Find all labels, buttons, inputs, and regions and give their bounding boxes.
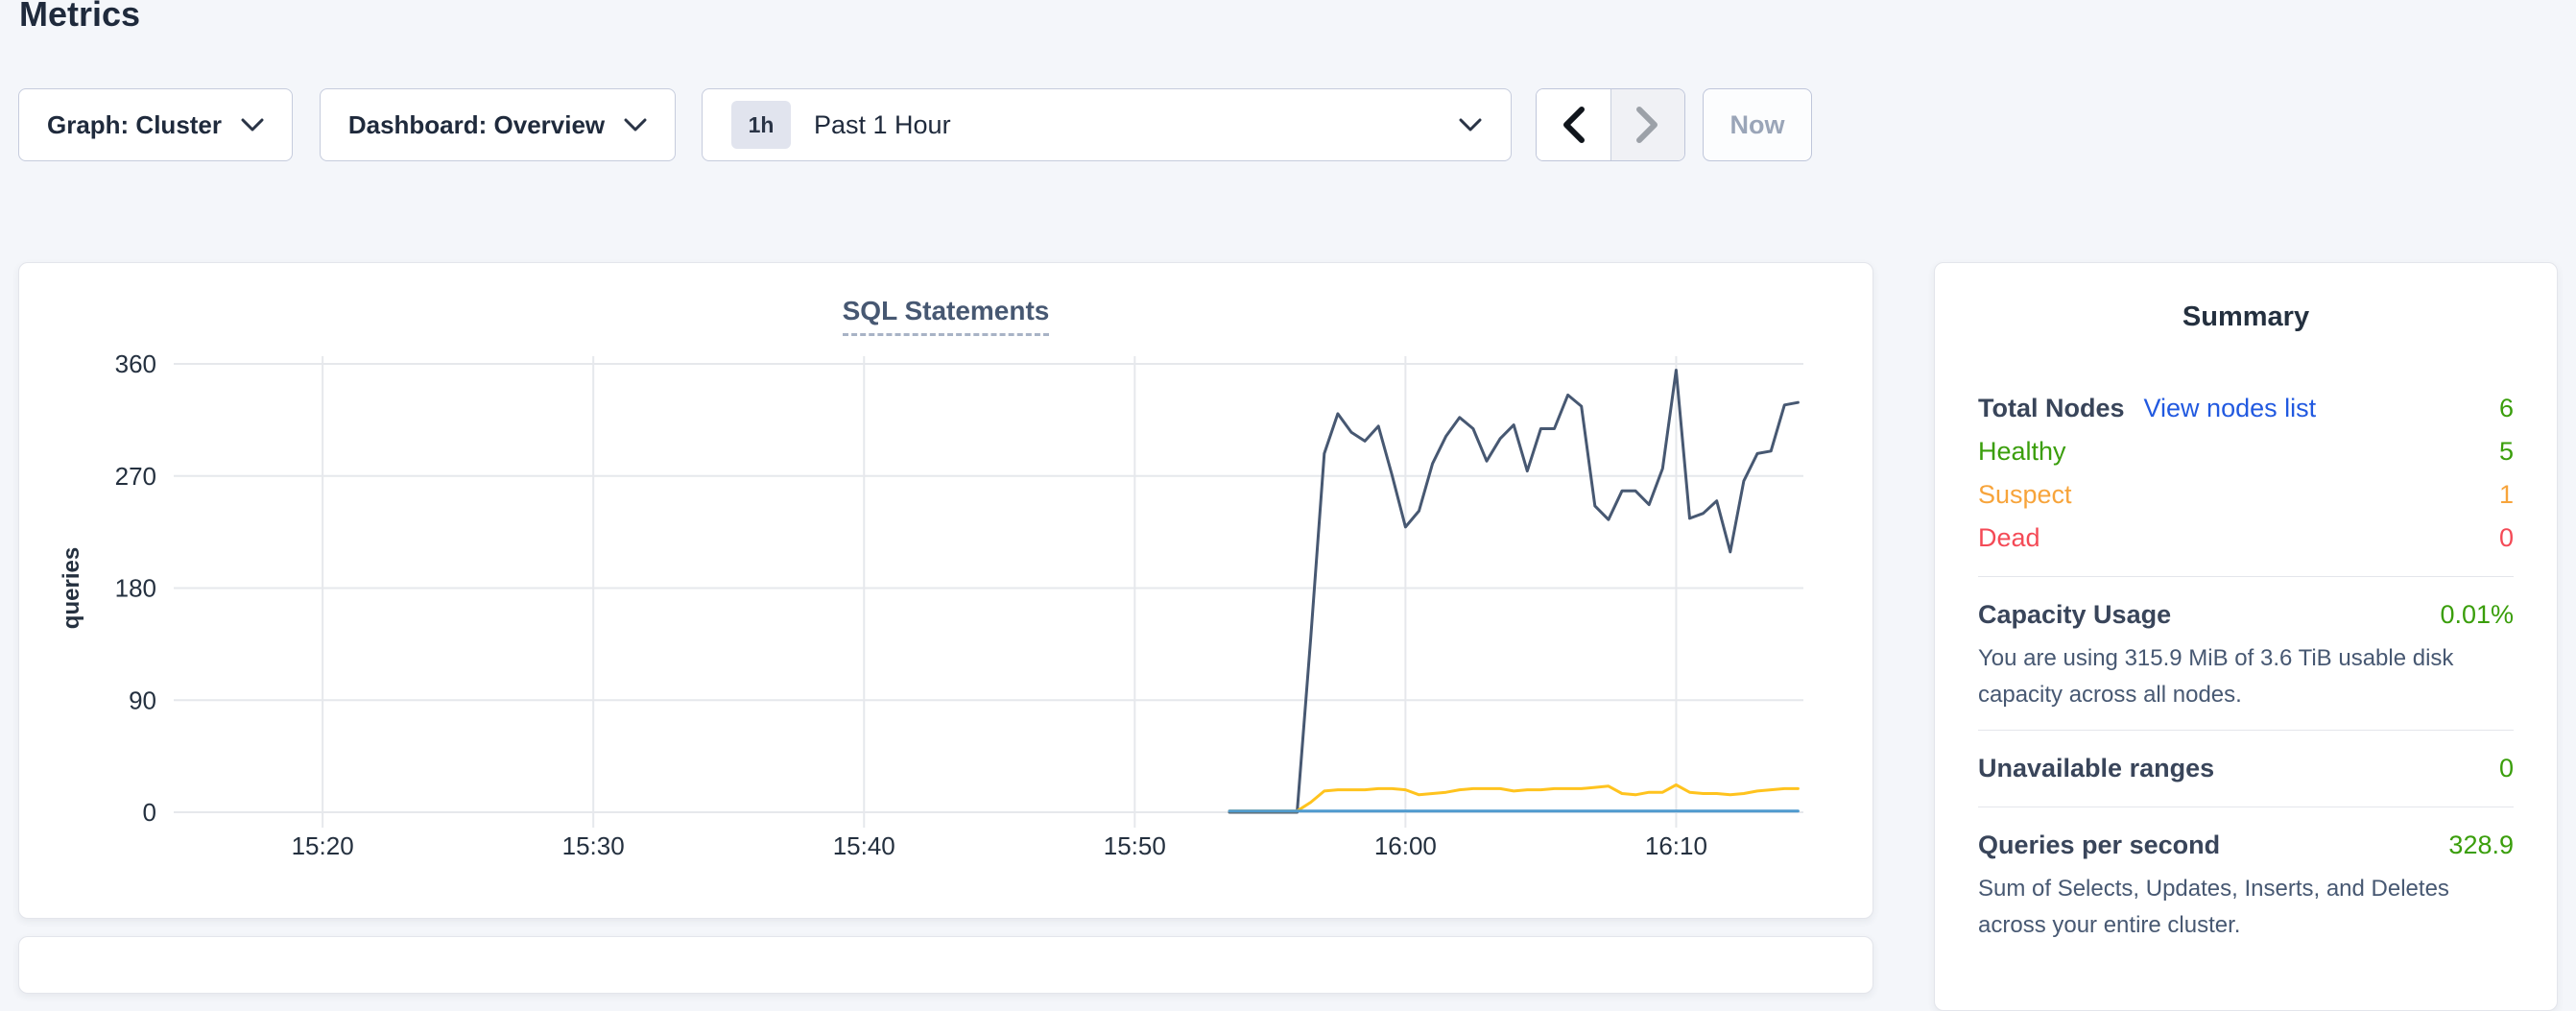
suspect-value: 1 — [2499, 480, 2514, 510]
time-forward-button[interactable] — [1610, 89, 1685, 160]
healthy-label: Healthy — [1978, 437, 2066, 467]
queries-per-second-label: Queries per second — [1978, 830, 2220, 860]
time-window-selector[interactable]: 1h Past 1 Hour — [702, 88, 1512, 161]
y-axis-label: queries — [59, 547, 84, 629]
nodes-summary: Total Nodes View nodes list 6 Healthy 5 … — [1978, 387, 2514, 560]
next-chart-card — [18, 936, 1873, 994]
chart-title-wrap: SQL Statements — [19, 296, 1872, 336]
x-tick-label: 15:40 — [833, 831, 895, 860]
chevron-right-icon — [1635, 106, 1660, 144]
divider — [1978, 576, 2514, 577]
suspect-label: Suspect — [1978, 480, 2072, 510]
suspect-nodes-row: Suspect 1 — [1978, 473, 2514, 517]
x-tick-label: 15:30 — [562, 831, 625, 860]
capacity-usage-row: Capacity Usage 0.01% — [1978, 593, 2514, 637]
sql-statements-chart-card: SQL Statements 15:20 15:30 15:40 15:50 16:00… — [18, 262, 1873, 919]
dead-nodes-row: Dead 0 — [1978, 517, 2514, 560]
capacity-usage-value: 0.01% — [2440, 600, 2514, 630]
summary-panel: Summary Total Nodes View nodes list 6 He… — [1934, 262, 2558, 1011]
chart-title[interactable]: SQL Statements — [843, 296, 1050, 336]
dead-value: 0 — [2499, 523, 2514, 553]
chevron-down-icon — [624, 118, 647, 132]
capacity-usage-description: You are using 315.9 MiB of 3.6 TiB usabl… — [1978, 640, 2514, 713]
time-back-button[interactable] — [1537, 89, 1610, 160]
x-tick-label: 16:00 — [1374, 831, 1437, 860]
dashboard-dropdown-label: Dashboard: Overview — [348, 110, 605, 140]
y-tick-label: 270 — [115, 462, 156, 491]
chevron-left-icon — [1561, 106, 1586, 144]
total-nodes-value: 6 — [2499, 394, 2514, 423]
page-title: Metrics — [19, 0, 140, 35]
queries-per-second-value: 328.9 — [2448, 830, 2514, 860]
summary-title: Summary — [1978, 301, 2514, 333]
healthy-value: 5 — [2499, 437, 2514, 467]
sql-statements-chart[interactable]: 15:20 15:30 15:40 15:50 16:00 16:10 0 90 180 270 3… — [19, 263, 1872, 918]
divider — [1978, 730, 2514, 731]
divider — [1978, 806, 2514, 807]
healthy-nodes-row: Healthy 5 — [1978, 430, 2514, 473]
chevron-down-icon — [241, 118, 264, 132]
view-nodes-list-link[interactable]: View nodes list — [2144, 394, 2317, 423]
x-tick-label: 15:20 — [292, 831, 354, 860]
capacity-usage-label: Capacity Usage — [1978, 600, 2171, 630]
series-line-yellow — [1229, 785, 1798, 811]
y-tick-label: 360 — [115, 349, 156, 378]
chevron-down-icon — [1459, 118, 1482, 132]
total-nodes-label: Total Nodes — [1978, 394, 2125, 423]
x-tick-label: 16:10 — [1645, 831, 1707, 860]
y-tick-label: 180 — [115, 574, 156, 603]
graph-dropdown-label: Graph: Cluster — [47, 110, 222, 140]
dashboard-dropdown[interactable]: Dashboard: Overview — [320, 88, 676, 161]
time-window-badge: 1h — [731, 101, 791, 149]
x-tick-label: 15:50 — [1104, 831, 1166, 860]
time-nav-button-group — [1536, 88, 1685, 161]
now-button[interactable]: Now — [1703, 88, 1812, 161]
queries-per-second-description: Sum of Selects, Updates, Inserts, and De… — [1978, 871, 2514, 944]
dead-label: Dead — [1978, 523, 2040, 553]
unavailable-ranges-label: Unavailable ranges — [1978, 754, 2214, 783]
time-window-label: Past 1 Hour — [814, 110, 951, 140]
graph-dropdown[interactable]: Graph: Cluster — [18, 88, 293, 161]
unavailable-ranges-row: Unavailable ranges 0 — [1978, 747, 2514, 790]
unavailable-ranges-value: 0 — [2499, 754, 2514, 783]
queries-per-second-row: Queries per second 328.9 — [1978, 824, 2514, 867]
y-tick-label: 90 — [129, 686, 156, 714]
y-tick-label: 0 — [143, 798, 156, 827]
series-line-dark-slate — [1229, 371, 1798, 813]
total-nodes-row: Total Nodes View nodes list 6 — [1978, 387, 2514, 430]
